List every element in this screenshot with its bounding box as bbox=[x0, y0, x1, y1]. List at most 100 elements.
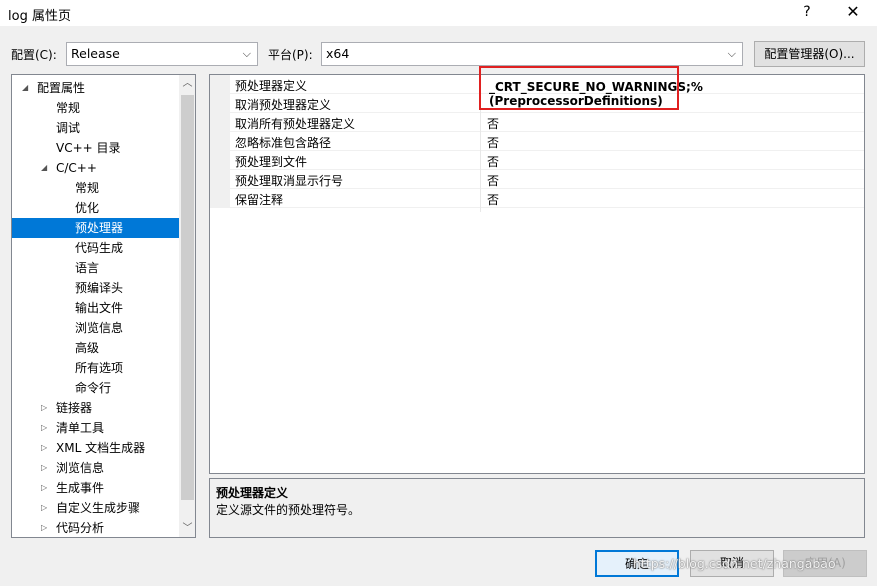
title-bar: log 属性页 ? ✕ bbox=[0, 0, 877, 26]
expand-arrow-icon[interactable]: ▷ bbox=[41, 518, 47, 537]
scroll-up-icon[interactable]: ︿ bbox=[179, 75, 195, 92]
tree-item-label: 配置属性 bbox=[37, 81, 86, 95]
description-panel: 预处理器定义 定义源文件的预处理符号。 bbox=[209, 478, 865, 538]
chevron-down-icon: ⌵ bbox=[727, 47, 736, 60]
tree-item-label: 浏览信息 bbox=[75, 321, 124, 335]
platform-value: x64 bbox=[326, 46, 350, 61]
tree-item-label: 代码生成 bbox=[75, 241, 124, 255]
tree-item[interactable]: 高级 bbox=[12, 338, 179, 358]
tree-scrollbar[interactable]: ︿ ﹀ bbox=[179, 75, 195, 537]
tree-item-label: 浏览信息 bbox=[56, 461, 105, 475]
tree-item-label: 输出文件 bbox=[75, 301, 124, 315]
row-gutter bbox=[210, 151, 230, 170]
configuration-value: Release bbox=[71, 46, 120, 61]
platform-label: 平台(P): bbox=[268, 48, 313, 62]
tree-item[interactable]: 命令行 bbox=[12, 378, 179, 398]
property-name: 取消所有预处理器定义 bbox=[235, 117, 356, 131]
tree-item[interactable]: 优化 bbox=[12, 198, 179, 218]
tree-item[interactable]: 所有选项 bbox=[12, 358, 179, 378]
annotation-highlight-box bbox=[479, 66, 679, 110]
property-value[interactable]: 否 bbox=[487, 191, 499, 208]
help-button[interactable]: ? bbox=[796, 2, 818, 22]
expand-arrow-icon[interactable]: ▷ bbox=[41, 458, 47, 478]
tree-item-label: 高级 bbox=[75, 341, 100, 355]
row-gutter bbox=[210, 75, 230, 94]
tree-item[interactable]: 常规 bbox=[12, 98, 179, 118]
tree-item-label: 生成事件 bbox=[56, 481, 105, 495]
expand-arrow-icon[interactable]: ▷ bbox=[41, 438, 47, 458]
expand-arrow-icon[interactable]: ▷ bbox=[41, 478, 47, 498]
property-name: 取消预处理器定义 bbox=[235, 98, 332, 112]
collapse-arrow-icon[interactable]: ◢ bbox=[41, 158, 47, 178]
close-button[interactable]: ✕ bbox=[842, 2, 864, 22]
tree-item[interactable]: ▷ 浏览信息 bbox=[12, 458, 179, 478]
configuration-manager-button[interactable]: 配置管理器(O)... bbox=[754, 41, 865, 67]
tree-item-label: 常规 bbox=[56, 101, 81, 115]
platform-select[interactable]: x64 ⌵ bbox=[321, 42, 743, 66]
row-gutter bbox=[210, 94, 230, 113]
property-row[interactable]: 取消所有预处理器定义 否 bbox=[210, 113, 864, 132]
tree-item[interactable]: 常规 bbox=[12, 178, 179, 198]
tree-item[interactable]: ▷ 代码分析 bbox=[12, 518, 179, 537]
row-gutter bbox=[210, 170, 230, 189]
property-name: 预处理取消显示行号 bbox=[235, 174, 344, 188]
property-row[interactable]: 预处理到文件 否 bbox=[210, 151, 864, 170]
property-value[interactable]: 否 bbox=[487, 115, 499, 132]
tree-item[interactable]: ▷ 链接器 bbox=[12, 398, 179, 418]
tree-item-label: 链接器 bbox=[56, 401, 93, 415]
tree-item[interactable]: ▷ 生成事件 bbox=[12, 478, 179, 498]
tree-item-label: VC++ 目录 bbox=[56, 141, 121, 155]
tree-item[interactable]: ▷ 自定义生成步骤 bbox=[12, 498, 179, 518]
property-value[interactable]: 否 bbox=[487, 153, 499, 170]
tree-item[interactable]: VC++ 目录 bbox=[12, 138, 179, 158]
tree-item-label: 常规 bbox=[75, 181, 100, 195]
tree-item[interactable]: 预编译头 bbox=[12, 278, 179, 298]
tree-item-label: 预处理器 bbox=[75, 221, 124, 235]
collapse-arrow-icon[interactable]: ◢ bbox=[22, 78, 28, 98]
expand-arrow-icon[interactable]: ▷ bbox=[41, 418, 47, 438]
tree-item[interactable]: ▷ 清单工具 bbox=[12, 418, 179, 438]
window-title: log 属性页 bbox=[8, 9, 71, 24]
tree-item-label: XML 文档生成器 bbox=[56, 441, 146, 455]
tree-item[interactable]: 代码生成 bbox=[12, 238, 179, 258]
tree-item[interactable]: 浏览信息 bbox=[12, 318, 179, 338]
scroll-thumb[interactable] bbox=[181, 95, 194, 500]
tree-item-label: 清单工具 bbox=[56, 421, 105, 435]
expand-arrow-icon[interactable]: ▷ bbox=[41, 398, 47, 418]
property-name: 忽略标准包含路径 bbox=[235, 136, 332, 150]
configuration-select[interactable]: Release ⌵ bbox=[66, 42, 258, 66]
configuration-label: 配置(C): bbox=[11, 48, 57, 62]
tree-item-label: C/C++ bbox=[56, 161, 97, 175]
tree-item-label: 语言 bbox=[75, 261, 100, 275]
property-value[interactable]: 否 bbox=[487, 172, 499, 189]
chevron-down-icon: ⌵ bbox=[242, 47, 251, 60]
scroll-down-icon[interactable]: ﹀ bbox=[179, 520, 195, 537]
row-gutter bbox=[210, 113, 230, 132]
tree-item-label: 调试 bbox=[56, 121, 81, 135]
property-name: 预处理器定义 bbox=[235, 79, 308, 93]
row-gutter bbox=[210, 189, 230, 208]
tree-item[interactable]: ▷ XML 文档生成器 bbox=[12, 438, 179, 458]
tree-item[interactable]: ◢ 配置属性 bbox=[12, 78, 179, 98]
tree-item-label: 所有选项 bbox=[75, 361, 124, 375]
property-value[interactable]: 否 bbox=[487, 134, 499, 151]
expand-arrow-icon[interactable]: ▷ bbox=[41, 498, 47, 518]
property-row[interactable]: 忽略标准包含路径 否 bbox=[210, 132, 864, 151]
description-title: 预处理器定义 bbox=[216, 486, 289, 500]
property-row[interactable]: 预处理取消显示行号 否 bbox=[210, 170, 864, 189]
tree-item[interactable]: 预处理器 bbox=[12, 218, 179, 238]
tree-item-label: 预编译头 bbox=[75, 281, 124, 295]
tree-item-label: 自定义生成步骤 bbox=[56, 501, 141, 515]
tree-item[interactable]: 调试 bbox=[12, 118, 179, 138]
property-grid: 预处理器定义 _CRT_SECURE_NO_WARNINGS;%(Preproce… bbox=[209, 74, 865, 474]
property-row[interactable]: 保留注释 否 bbox=[210, 189, 864, 208]
property-name: 预处理到文件 bbox=[235, 155, 308, 169]
tree-item-label: 命令行 bbox=[75, 381, 112, 395]
tree-item[interactable]: ◢ C/C++ bbox=[12, 158, 179, 178]
row-gutter bbox=[210, 132, 230, 151]
tree-item[interactable]: 语言 bbox=[12, 258, 179, 278]
tree-item-label: 代码分析 bbox=[56, 521, 105, 535]
tree-item[interactable]: 输出文件 bbox=[12, 298, 179, 318]
watermark-text: https://blog.csdn.net/zhangabao bbox=[633, 556, 836, 571]
tree-item-label: 优化 bbox=[75, 201, 100, 215]
